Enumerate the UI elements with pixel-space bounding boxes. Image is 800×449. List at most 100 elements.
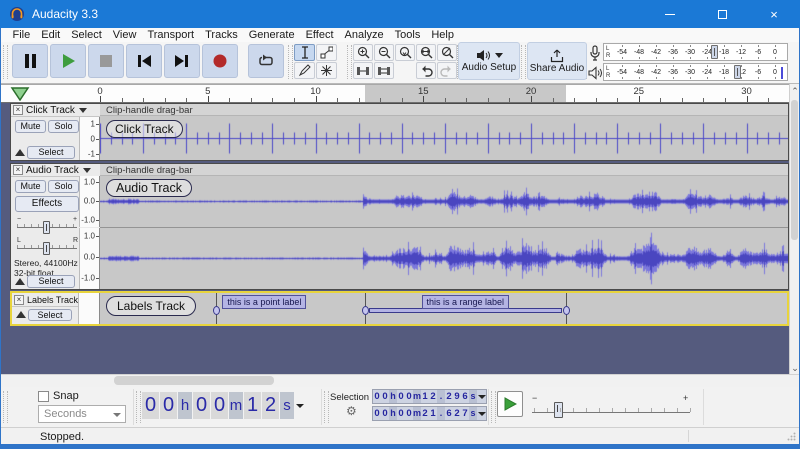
zoom-toggle-button[interactable] <box>437 44 457 61</box>
time-unit[interactable]: m <box>229 392 243 419</box>
undo-button[interactable] <box>416 62 436 79</box>
track-menu-icon[interactable] <box>83 168 91 173</box>
audio-channel-right[interactable] <box>100 228 788 289</box>
time-format-dropdown-icon[interactable] <box>477 390 487 403</box>
label-marker[interactable] <box>213 306 220 315</box>
menu-analyze[interactable]: Analyze <box>339 28 389 42</box>
trim-audio-button[interactable] <box>353 62 373 79</box>
time-format-dropdown-icon[interactable] <box>477 407 487 420</box>
track-menu-icon[interactable] <box>79 108 87 113</box>
toolbar-grip[interactable] <box>491 391 496 423</box>
menu-select[interactable]: Select <box>66 28 108 42</box>
fit-selection-button[interactable] <box>395 44 415 61</box>
toolbar-grip[interactable] <box>136 391 141 423</box>
recording-volume-slider-thumb[interactable] <box>711 45 718 59</box>
label-marker[interactable] <box>362 306 369 315</box>
playback-volume-slider-thumb[interactable] <box>734 65 741 79</box>
audio-channel-left[interactable]: Audio Track <box>100 176 788 227</box>
audio-setup-button[interactable]: Audio Setup <box>458 42 520 80</box>
toolbar-grip[interactable] <box>3 391 8 423</box>
menu-generate[interactable]: Generate <box>243 28 300 42</box>
time-unit[interactable]: m <box>413 390 421 403</box>
recording-meter[interactable]: LR-54-48-42-36-30-24-18-12-60 <box>603 43 788 61</box>
menu-transport[interactable]: Transport <box>142 28 200 42</box>
collapse-track-icon[interactable] <box>15 149 25 156</box>
time-digit[interactable]: 0 <box>405 407 413 420</box>
vertical-ruler[interactable]: 1.00.0-1.0 <box>79 176 100 227</box>
time-unit[interactable]: m <box>413 407 421 420</box>
zoom-in-button[interactable] <box>353 44 373 61</box>
time-digit[interactable]: 0 <box>193 392 210 419</box>
toolbar-grip[interactable] <box>3 45 8 79</box>
pause-button[interactable] <box>12 44 48 78</box>
time-digit[interactable]: 0 <box>405 390 413 403</box>
track-title[interactable]: Labels Track <box>27 295 78 305</box>
close-track-icon[interactable]: × <box>13 105 23 115</box>
collapse-track-icon[interactable] <box>16 311 26 318</box>
multi-tool-button[interactable] <box>316 62 337 79</box>
time-unit[interactable]: s <box>469 407 477 420</box>
clip-handle[interactable]: Clip-handle drag-bar <box>100 104 788 116</box>
vertical-ruler[interactable]: 10-1 <box>79 117 100 160</box>
clip-handle[interactable]: Clip-handle drag-bar <box>100 164 788 176</box>
toolbar-grip[interactable] <box>521 45 526 79</box>
time-digit[interactable]: 6 <box>445 407 453 420</box>
menu-effect[interactable]: Effect <box>300 28 339 42</box>
time-digit[interactable]: 0 <box>397 390 405 403</box>
resize-grip-icon[interactable] <box>787 432 796 441</box>
mute-button[interactable]: Mute <box>15 120 46 133</box>
play-at-speed-button[interactable] <box>497 391 523 417</box>
range-label[interactable]: this is a range label <box>422 295 510 309</box>
time-unit[interactable]: . <box>437 390 445 403</box>
stop-button[interactable] <box>88 44 124 78</box>
record-button[interactable] <box>202 44 238 78</box>
snap-unit-dropdown[interactable]: Seconds <box>38 405 126 423</box>
menu-tracks[interactable]: Tracks <box>200 28 244 42</box>
time-digit[interactable]: 0 <box>381 390 389 403</box>
time-unit[interactable]: . <box>437 407 445 420</box>
redo-button[interactable] <box>437 62 457 79</box>
time-digit[interactable]: 0 <box>160 392 177 419</box>
time-digit[interactable]: 2 <box>429 390 437 403</box>
time-digit[interactable]: 1 <box>244 392 261 419</box>
time-format-dropdown-icon[interactable] <box>295 392 305 419</box>
time-digit[interactable]: 7 <box>461 407 469 420</box>
effects-button[interactable]: Effects <box>15 196 79 212</box>
close-button[interactable]: × <box>754 0 794 28</box>
toolbar-grip[interactable] <box>347 45 352 79</box>
maximize-button[interactable] <box>702 0 742 28</box>
time-digit[interactable]: 0 <box>397 407 405 420</box>
selection-settings-gear-icon[interactable]: ⚙ <box>346 404 357 418</box>
time-digit[interactable]: 0 <box>381 407 389 420</box>
solo-button[interactable]: Solo <box>48 120 79 133</box>
silence-audio-button[interactable] <box>374 62 394 79</box>
menu-edit[interactable]: Edit <box>36 28 66 42</box>
time-unit[interactable]: h <box>389 407 397 420</box>
loop-button[interactable] <box>248 44 284 78</box>
audio-position-time[interactable]: 00h00m12s <box>142 392 305 419</box>
horizontal-scroll-thumb[interactable] <box>114 376 274 385</box>
close-track-icon[interactable]: × <box>14 295 24 305</box>
play-position-pin-icon[interactable] <box>10 87 30 101</box>
fit-project-button[interactable] <box>416 44 436 61</box>
label-marker[interactable] <box>563 306 570 315</box>
solo-button[interactable]: Solo <box>48 180 79 193</box>
share-audio-button[interactable]: Share Audio <box>527 42 587 80</box>
zoom-out-button[interactable] <box>374 44 394 61</box>
track-title[interactable]: Click Track <box>26 105 75 116</box>
toolbar-grip[interactable] <box>288 45 293 79</box>
timeline-ruler[interactable]: 051015202530 <box>0 84 789 103</box>
select-track-button[interactable]: Select <box>27 275 75 288</box>
time-digit[interactable]: 0 <box>373 390 381 403</box>
labels-track-name[interactable]: Labels Track <box>106 296 196 316</box>
minimize-button[interactable] <box>650 0 690 28</box>
time-digit[interactable]: 2 <box>262 392 279 419</box>
envelope-tool-button[interactable] <box>316 44 337 61</box>
playback-meter[interactable]: LR-54-48-42-36-30-24-18-12-60 <box>603 63 788 81</box>
skip-end-button[interactable] <box>164 44 200 78</box>
time-digit[interactable]: 2 <box>453 407 461 420</box>
vertical-scroll-thumb[interactable] <box>791 100 798 240</box>
toolbar-grip[interactable] <box>324 391 329 423</box>
time-digit[interactable]: 2 <box>421 407 429 420</box>
click-track-wave-area[interactable]: Click Track <box>100 116 788 160</box>
